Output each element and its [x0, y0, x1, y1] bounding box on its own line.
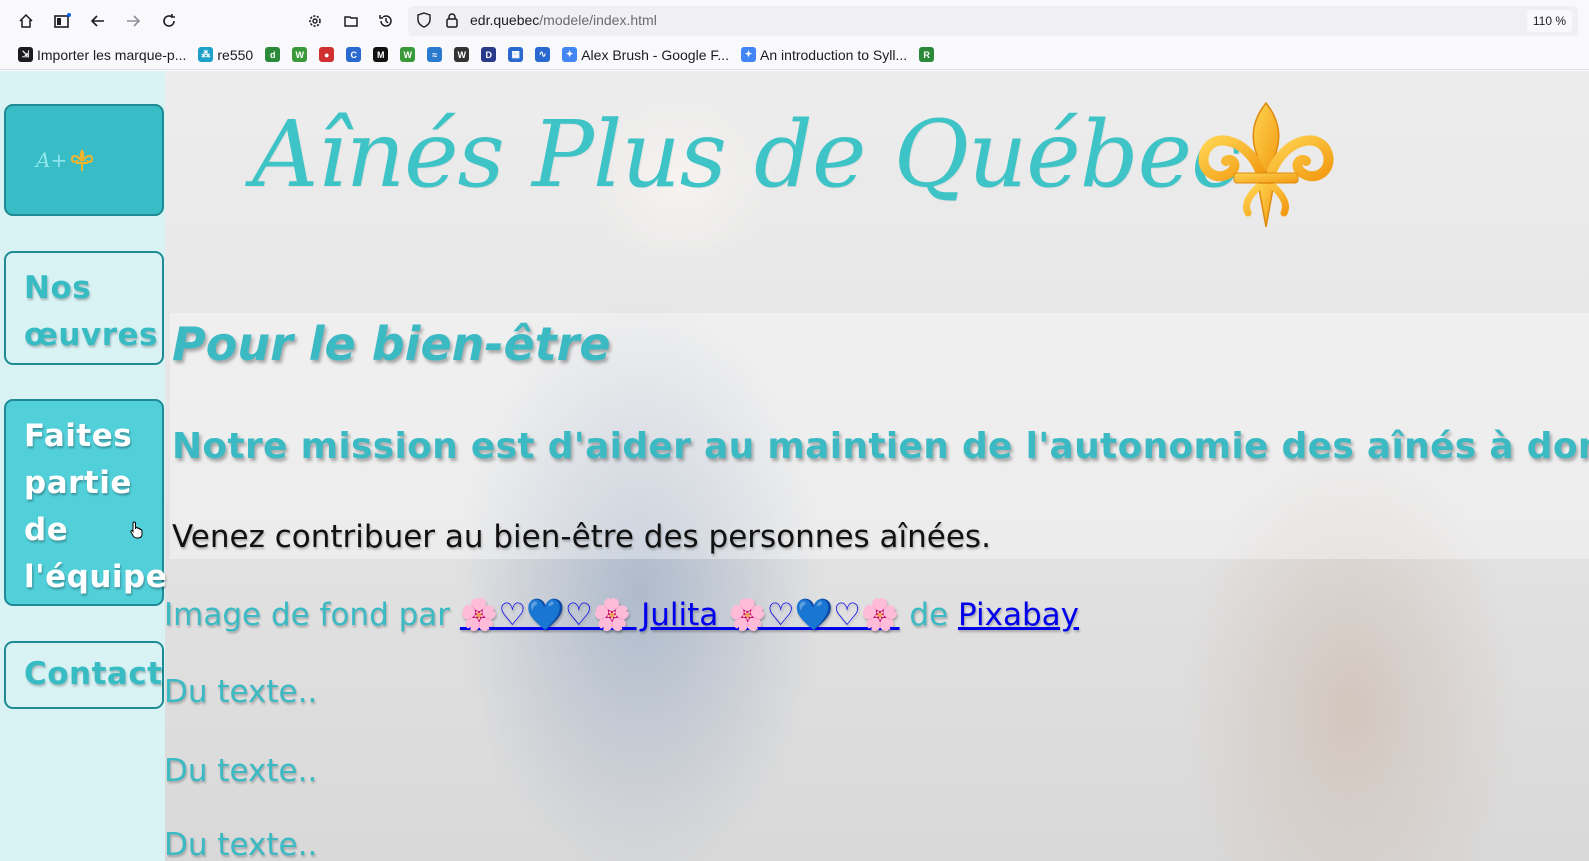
wave-icon: ∿ — [535, 47, 551, 62]
forward-arrow-icon[interactable] — [120, 8, 146, 34]
back-arrow-icon[interactable] — [85, 8, 111, 34]
bookmark-item[interactable]: R — [915, 45, 938, 64]
red-circle-icon: ● — [319, 47, 335, 62]
wikipedia-icon: W — [454, 47, 470, 62]
w-green2-icon: W — [400, 47, 416, 62]
bookmark-item[interactable]: W — [396, 45, 419, 64]
dons-icon: D — [481, 47, 497, 62]
fleur-de-lis-icon — [71, 149, 94, 171]
lock-icon[interactable] — [444, 12, 460, 32]
url-path: /modele/index.html — [539, 12, 657, 28]
google-fonts-icon: ✦ — [741, 47, 757, 62]
browser-toolbar: edr.quebec/modele/index.html 110 % — [0, 0, 1589, 40]
lead-text: Venez contribuer au bien-être des person… — [172, 519, 991, 555]
w-green-icon: W — [292, 47, 308, 62]
bookmark-item[interactable]: C — [342, 45, 365, 64]
folder-icon[interactable] — [338, 8, 364, 34]
bookmark-item[interactable]: ⁂ re550 — [194, 45, 257, 65]
site-title: Aînés Plus de Québec — [252, 101, 1243, 208]
museum-icon: ▦ — [508, 47, 524, 62]
url-text[interactable]: edr.quebec/modele/index.html — [470, 12, 657, 28]
logo-text: A+ — [36, 148, 68, 172]
bookmark-item[interactable]: M — [369, 45, 392, 64]
bookmark-item[interactable]: ▦ — [504, 45, 527, 64]
ir-green-icon: R — [919, 47, 935, 62]
shield-icon[interactable] — [416, 12, 432, 32]
green-circle-icon: d — [265, 47, 281, 62]
credit-middle: de — [899, 597, 958, 633]
bookmark-item[interactable]: W — [450, 45, 473, 64]
zoom-level-button[interactable]: 110 % — [1526, 10, 1572, 32]
m-black-icon: M — [373, 47, 389, 62]
bookmarks-bar: ⇲ Importer les marque-p... ⁂ re550 d W ● C M W ≈ W D… — [0, 40, 1589, 70]
page-heading: Pour le bien-être — [172, 317, 611, 371]
re550-icon: ⁂ — [198, 47, 214, 62]
bookmark-item[interactable]: ≈ — [423, 45, 446, 64]
image-credit: Image de fond par 🌸♡💙♡🌸 Julita 🌸♡💙♡🌸 de … — [164, 596, 1079, 633]
url-bar[interactable]: edr.quebec/modele/index.html 110 % — [408, 6, 1578, 36]
bookmark-label: An introduction to Syll... — [760, 46, 908, 63]
tab-overview-icon[interactable] — [50, 8, 76, 34]
bookmark-item[interactable]: ✦ An introduction to Syll... — [737, 45, 911, 65]
body-paragraph-3: Du texte.. — [164, 827, 318, 861]
author-link[interactable]: 🌸♡💙♡🌸 Julita 🌸♡💙♡🌸 — [460, 597, 900, 633]
sidebar-logo-link[interactable]: A+ — [4, 104, 164, 216]
nav-contact[interactable]: Contact — [4, 641, 164, 709]
c-blue-icon: C — [346, 47, 362, 62]
feather-icon: ≈ — [427, 47, 443, 62]
reload-icon[interactable] — [156, 8, 182, 34]
history-icon[interactable] — [373, 8, 399, 34]
bookmark-label: Alex Brush - Google F... — [581, 46, 730, 63]
hand-cursor-icon — [130, 521, 143, 539]
nav-faites-partie-equipe[interactable]: Faites partie de l'équipe — [4, 399, 167, 606]
pixabay-link[interactable]: Pixabay — [958, 597, 1079, 633]
gear-icon[interactable] — [302, 8, 328, 34]
sidebar-nav: A+ Nos œuvres Faites partie de l'équipe … — [0, 71, 167, 861]
bookmark-item[interactable]: D — [477, 45, 500, 64]
page-viewport: A+ Nos œuvres Faites partie de l'équipe … — [0, 71, 1589, 861]
bookmark-item[interactable]: ✦ Alex Brush - Google F... — [558, 45, 733, 65]
bookmark-item[interactable]: ⇲ Importer les marque-p... — [14, 45, 190, 65]
bookmark-item[interactable]: ∿ — [531, 45, 554, 64]
google-fonts-icon: ✦ — [562, 47, 578, 62]
home-icon[interactable] — [13, 8, 39, 34]
bookmark-item[interactable]: d — [261, 45, 284, 64]
bookmark-label: re550 — [217, 46, 254, 63]
body-paragraph-2: Du texte.. — [164, 753, 318, 789]
body-paragraph-1: Du texte.. — [164, 674, 318, 710]
fleur-de-lis-icon — [1198, 101, 1334, 228]
url-host: edr.quebec — [470, 12, 540, 28]
nav-nos-oeuvres[interactable]: Nos œuvres — [4, 251, 164, 365]
import-icon: ⇲ — [18, 47, 33, 62]
mission-statement: Notre mission est d'aider au maintien de… — [172, 426, 1589, 467]
bookmark-label: Importer les marque-p... — [37, 46, 187, 63]
bookmark-item[interactable]: W — [288, 45, 311, 64]
bookmark-item[interactable]: ● — [315, 45, 338, 64]
credit-prefix: Image de fond par — [164, 597, 460, 633]
